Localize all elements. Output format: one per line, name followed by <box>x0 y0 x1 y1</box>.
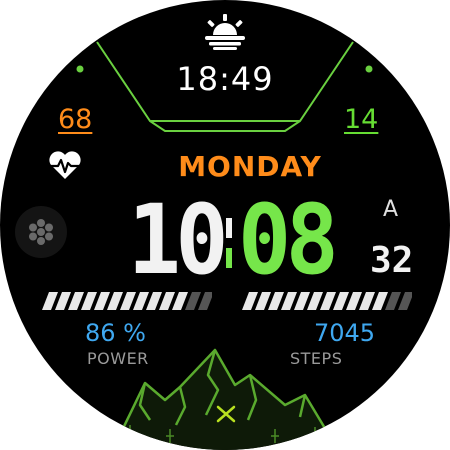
left-complication-value[interactable]: 68 <box>58 104 92 135</box>
progress-segment <box>255 292 271 310</box>
power-value[interactable]: 86 % <box>85 319 146 347</box>
left-dot <box>76 65 84 73</box>
progress-segment <box>68 292 84 310</box>
progress-segment <box>107 292 123 310</box>
progress-segment <box>94 292 110 310</box>
progress-segment <box>281 292 297 310</box>
progress-segment <box>81 292 97 310</box>
progress-segment <box>42 292 58 310</box>
minute-digits: 08 <box>238 184 339 296</box>
heart-rate-icon[interactable] <box>48 150 82 180</box>
progress-segment <box>55 292 71 310</box>
mountains-icon <box>110 348 340 450</box>
hour-digits: 10 <box>127 184 229 296</box>
crossed-tools-icon <box>216 405 236 423</box>
progress-segment <box>268 292 284 310</box>
progress-segment <box>146 292 162 310</box>
right-complication-value[interactable]: 14 <box>344 104 378 135</box>
day-of-week: MONDAY <box>178 150 322 183</box>
progress-segment <box>198 292 212 310</box>
am-pm-indicator: A <box>383 197 399 222</box>
steps-progress-bar <box>242 292 412 310</box>
progress-segment <box>133 292 149 310</box>
progress-segment <box>120 292 136 310</box>
sun-cloud-icon[interactable] <box>203 14 247 50</box>
watch-face: 18:49 68 14 MONDAY 10 08 A 32 86 % POWER… <box>0 0 450 450</box>
progress-segment <box>294 292 310 310</box>
progress-segment <box>346 292 362 310</box>
progress-segment <box>320 292 336 310</box>
top-clock-time: 18:49 <box>176 60 274 98</box>
flower-dots-icon <box>29 219 53 245</box>
progress-segment <box>385 292 401 310</box>
progress-segment <box>242 292 258 310</box>
seconds-digits: 32 <box>370 240 414 281</box>
progress-segment <box>172 292 188 310</box>
progress-segment <box>159 292 175 310</box>
progress-segment <box>307 292 323 310</box>
right-dot <box>365 65 373 73</box>
time-separator <box>226 218 232 268</box>
progress-segment <box>359 292 375 310</box>
side-menu-button[interactable] <box>15 206 67 258</box>
progress-segment <box>398 292 412 310</box>
steps-value[interactable]: 7045 <box>314 319 375 347</box>
progress-segment <box>185 292 201 310</box>
progress-segment <box>372 292 388 310</box>
power-progress-bar <box>42 292 212 310</box>
progress-segment <box>333 292 349 310</box>
